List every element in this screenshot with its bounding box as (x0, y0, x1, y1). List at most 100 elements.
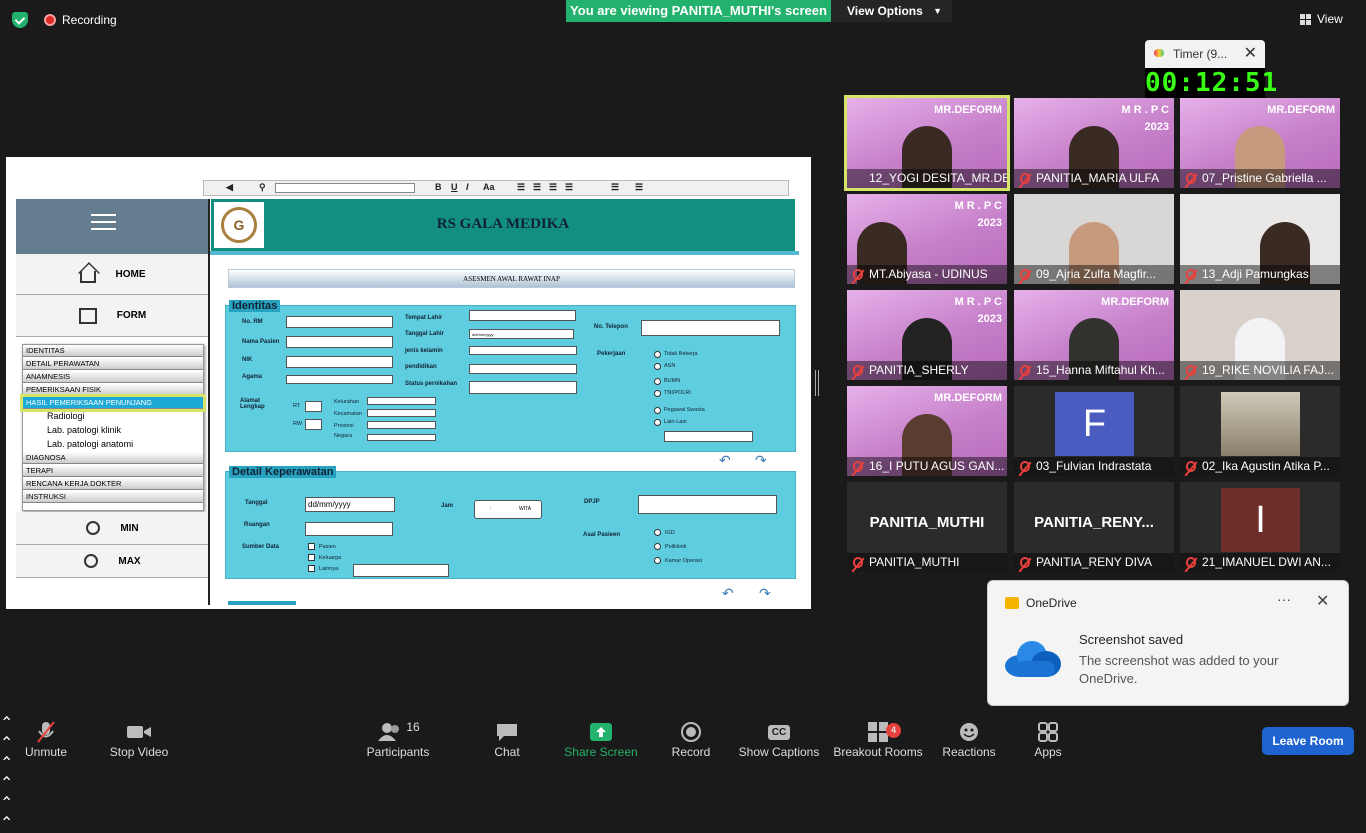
apps-options-chevron-icon[interactable]: ⌃ (0, 813, 1366, 833)
participant-tile[interactable]: 19_RIKE NOVILIA FAJ... (1180, 290, 1340, 380)
search-icon[interactable]: ⚲ (259, 182, 266, 193)
rw-input[interactable] (305, 419, 322, 430)
participant-tile[interactable]: MR.DEFORM 15_Hanna Miftahul Kh... (1014, 290, 1174, 380)
menu-item-identitas[interactable]: IDENTITAS (23, 345, 203, 357)
menu-item-terapi[interactable]: TERAPI (23, 465, 203, 477)
radio-igd[interactable] (654, 529, 661, 536)
menu-item-instruksi[interactable]: INSTRUKSI (23, 491, 203, 503)
breakout-rooms-button[interactable]: Breakout Rooms 4 (833, 719, 923, 759)
min-button[interactable]: MIN (16, 512, 209, 545)
radio-tni-polri[interactable] (654, 390, 661, 397)
participant-tile[interactable]: PANITIA_RENY... PANITIA_RENY DIVA (1014, 482, 1174, 572)
participant-tile[interactable]: PANITIA_MUTHI PANITIA_MUTHI (847, 482, 1007, 572)
justify-icon[interactable]: ☰ (565, 182, 573, 193)
checkbox-keluarga[interactable] (308, 554, 315, 561)
participant-tile[interactable]: M R . P C 2023 PANITIA_MARIA ULFA (1014, 98, 1174, 188)
radio-lain-lain[interactable] (654, 419, 661, 426)
redo-icon[interactable]: ↷ (755, 452, 767, 469)
participant-tile[interactable]: 02_Ika Agustin Atika P... (1180, 386, 1340, 476)
chat-button[interactable]: Chat (487, 719, 527, 759)
menu-item-detail-perawatan[interactable]: DETAIL PERAWATAN (23, 358, 203, 370)
tempat-lahir-input[interactable] (469, 310, 576, 321)
participant-tile[interactable]: M R . P C 2023 PANITIA_SHERLY (847, 290, 1007, 380)
radio-poliklinik[interactable] (654, 543, 661, 550)
no-telepon-input[interactable] (641, 320, 780, 336)
submenu-radiologi[interactable]: Radiologi (23, 410, 203, 424)
recording-indicator[interactable]: Recording (44, 13, 117, 27)
leave-room-button[interactable]: Leave Room (1262, 727, 1354, 755)
participant-tile[interactable]: MR.DEFORM 07_Pristine Gabriella ... (1180, 98, 1340, 188)
sumber-lainnya-input[interactable] (353, 564, 449, 577)
provinsi-input[interactable] (367, 421, 436, 429)
radio-bumn[interactable] (654, 378, 661, 385)
close-icon[interactable]: ✕ (1244, 40, 1257, 68)
underline-icon[interactable]: U (451, 182, 458, 192)
menu-item-diagnosa[interactable]: DIAGNOSA (23, 452, 203, 464)
show-captions-button[interactable]: CC Show Captions (738, 719, 820, 759)
menu-item-rencana-kerja[interactable]: RENCANA KERJA DOKTER (23, 478, 203, 490)
align-right-icon[interactable]: ☰ (549, 182, 557, 193)
italic-icon[interactable]: I (466, 182, 469, 192)
checkbox-pasien[interactable] (308, 543, 315, 550)
radio-tidak-bekerja[interactable] (654, 351, 661, 358)
close-icon[interactable]: ✕ (1316, 591, 1329, 611)
share-options-chevron-icon[interactable]: ⌃ (0, 773, 1366, 793)
security-shield-icon[interactable] (12, 12, 28, 28)
view-options-button[interactable]: View Options ▼ (831, 0, 952, 22)
kelurahan-input[interactable] (367, 397, 436, 405)
menu-item-hasil-penunjang[interactable]: HASIL PEMERIKSAAN PENUNJANG (20, 394, 206, 412)
participant-tile[interactable]: MR.DEFORM12_YOGI DESITA_MR.DEF... (844, 95, 1010, 191)
participant-tile[interactable]: F 03_Fulvian Indrastata (1014, 386, 1174, 476)
more-options-icon[interactable]: ··· (1277, 591, 1291, 607)
captions-options-chevron-icon[interactable]: ⌃ (0, 793, 1366, 813)
numbered-list-icon[interactable]: ☰ (611, 182, 619, 193)
redo-icon[interactable]: ↷ (759, 585, 771, 602)
tanggal-lahir-input[interactable]: dd/mm/yyyy (469, 329, 574, 339)
jenis-kelamin-select[interactable] (469, 346, 577, 355)
agama-select[interactable] (286, 375, 393, 384)
no-rm-input[interactable] (286, 316, 393, 328)
jam-input[interactable]: : WITA (474, 500, 542, 519)
form-button[interactable]: FORM (16, 295, 209, 337)
align-center-icon[interactable]: ☰ (533, 182, 541, 193)
participant-tile[interactable]: MR.DEFORM 16_I PUTU AGUS GAN... (847, 386, 1007, 476)
negara-input[interactable] (367, 434, 436, 441)
onedrive-notification[interactable]: OneDrive ··· ✕ Screenshot saved The scre… (987, 580, 1349, 706)
radio-pegawai-swasta[interactable] (654, 407, 661, 414)
pendidikan-select[interactable] (469, 364, 577, 374)
radio-asn[interactable] (654, 363, 661, 370)
menu-item-anamnesis[interactable]: ANAMNESIS (23, 371, 203, 383)
kecamatan-input[interactable] (367, 409, 436, 417)
hamburger-menu-icon[interactable] (91, 214, 116, 235)
participant-tile[interactable]: 13_Adji Pamungkas (1180, 194, 1340, 284)
status-select[interactable] (469, 381, 577, 394)
back-icon[interactable]: ◀ (226, 182, 233, 193)
bullet-list-icon[interactable]: ☰ (635, 182, 643, 193)
checkbox-lainnya[interactable] (308, 565, 315, 572)
stop-video-button[interactable]: Stop Video (106, 719, 172, 759)
dpjp-input[interactable] (638, 495, 777, 514)
nik-input[interactable] (286, 356, 393, 368)
ruangan-input[interactable] (305, 522, 393, 536)
participant-tile[interactable]: 09_Ajria Zulfa Magfir... (1014, 194, 1174, 284)
search-input[interactable] (275, 183, 415, 193)
home-button[interactable]: HOME (16, 254, 209, 295)
rt-input[interactable] (305, 401, 322, 412)
submenu-lab-klinik[interactable]: Lab. patologi klinik (23, 424, 203, 438)
bold-icon[interactable]: B (435, 182, 442, 192)
resize-handle[interactable] (815, 370, 819, 396)
unmute-button[interactable]: Unmute (22, 719, 70, 759)
participant-tile[interactable]: M R . P C 2023 MT.Abiyasa - UDINUS (847, 194, 1007, 284)
timer-widget[interactable]: Timer (9... ✕ 00:12:51 (1145, 40, 1277, 98)
undo-icon[interactable]: ↶ (722, 585, 734, 602)
record-button[interactable]: Record (670, 719, 712, 759)
share-screen-button[interactable]: Share Screen (564, 719, 638, 759)
undo-icon[interactable]: ↶ (719, 452, 731, 469)
apps-button[interactable]: Apps (1030, 719, 1066, 759)
nama-pasien-input[interactable] (286, 336, 393, 348)
align-left-icon[interactable]: ☰ (517, 182, 525, 193)
view-button[interactable]: View (1300, 12, 1343, 26)
font-size-icon[interactable]: Aa (483, 182, 495, 192)
participant-tile[interactable]: I 21_IMANUEL DWI AN... (1180, 482, 1340, 572)
tanggal-input[interactable]: dd/mm/yyyy (305, 497, 395, 512)
